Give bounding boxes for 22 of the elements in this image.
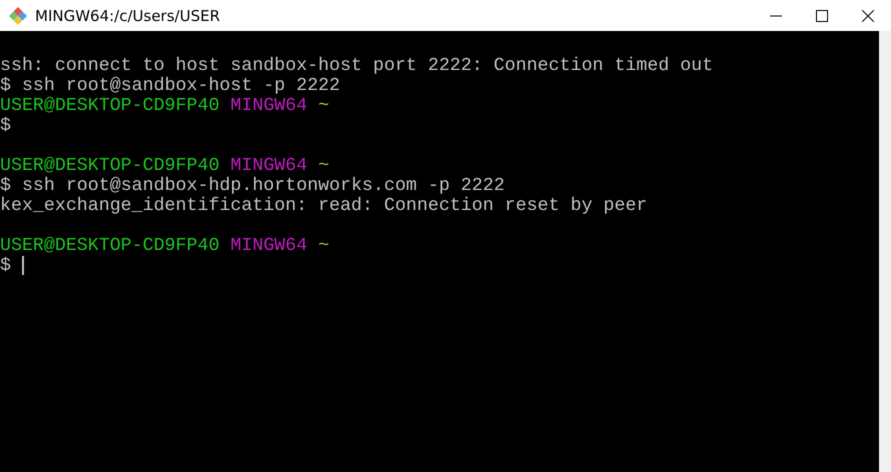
prompt-sign: $ [0, 76, 11, 96]
output-text: kex_exchange_identification: read: Connection reset by peer [0, 196, 648, 216]
window-title: MINGW64:/c/Users/USER [35, 6, 221, 24]
shell-name: MINGW64 [230, 236, 308, 256]
output-text: ssh: connect to host sandbox-host port 2222: Connection timed out [0, 56, 714, 76]
maximize-icon [816, 10, 828, 22]
user-host-text: USER@DESKTOP-CD9FP40 [0, 236, 220, 256]
command-text: ssh root@sandbox-host -p 2222 [20, 76, 340, 96]
path-text: ~ [318, 156, 330, 176]
user-host-text: USER@DESKTOP-CD9FP40 [0, 156, 220, 176]
scrollbar[interactable] [879, 31, 891, 472]
command-text: ssh root@sandbox-hdp.hortonworks.com -p 2222 [20, 176, 505, 196]
path-text: ~ [318, 236, 330, 256]
prompt-sign: $ [0, 116, 11, 136]
path-text: ~ [318, 96, 330, 116]
prompt-sign: $ [0, 256, 11, 276]
shell-name: MINGW64 [230, 156, 308, 176]
prompt-sign: $ [0, 176, 11, 196]
diamond-logo-icon [9, 6, 27, 24]
shell-name: MINGW64 [230, 96, 308, 116]
user-host-text: USER@DESKTOP-CD9FP40 [0, 96, 220, 116]
close-icon [862, 10, 874, 22]
